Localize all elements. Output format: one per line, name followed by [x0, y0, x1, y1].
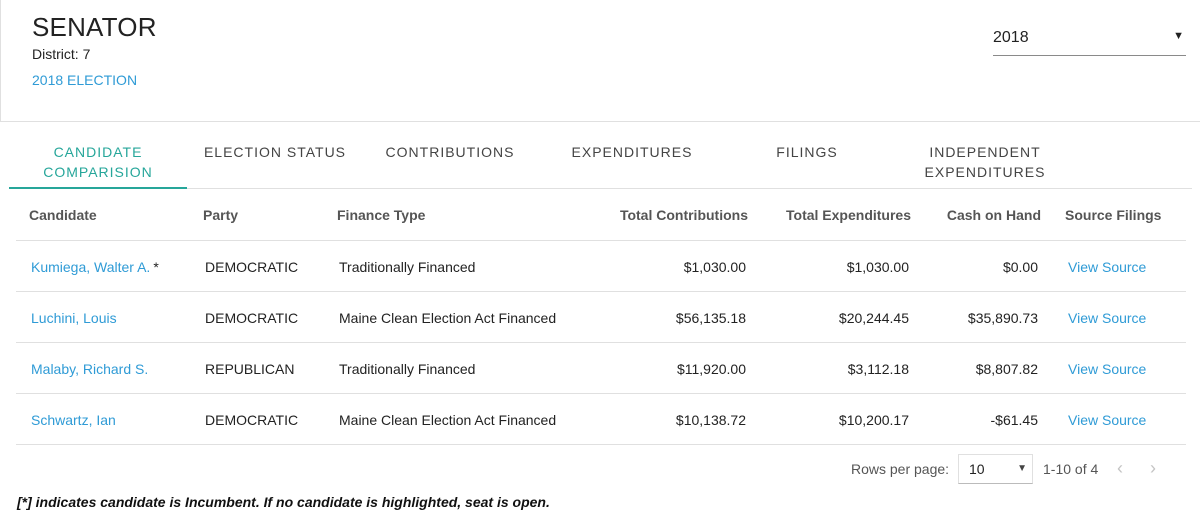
tab-contributions[interactable]: CONTRIBUTIONS — [375, 140, 525, 188]
page-header: SENATOR District: 7 2018 ELECTION 2018 ▼ — [0, 0, 1200, 122]
table-row: Schwartz, Ian DEMOCRATIC Maine Clean Ele… — [16, 394, 1186, 445]
finance-type-cell: Maine Clean Election Act Financed — [339, 412, 557, 428]
column-header-cash-on-hand[interactable]: Cash on Hand — [947, 207, 1041, 223]
party-cell: DEMOCRATIC — [205, 259, 299, 275]
table-header: Candidate Party Finance Type Total Contr… — [16, 190, 1186, 241]
candidate-link[interactable]: Malaby, Richard S. — [31, 361, 148, 377]
incumbent-mark: * — [153, 259, 159, 275]
column-header-finance-type[interactable]: Finance Type — [337, 207, 425, 223]
tab-label: COMPARISION — [43, 164, 153, 180]
chevron-right-icon[interactable]: › — [1145, 458, 1161, 478]
tab-filings[interactable]: FILINGS — [747, 140, 867, 188]
view-source-link[interactable]: View Source — [1068, 259, 1146, 275]
election-link[interactable]: 2018 ELECTION — [32, 72, 137, 88]
expenditures-cell: $20,244.45 — [838, 310, 909, 326]
table-row: Luchini, Louis DEMOCRATIC Maine Clean El… — [16, 292, 1186, 343]
cash-on-hand-cell: $8,807.82 — [975, 361, 1038, 377]
rows-per-page-label: Rows per page: — [851, 461, 950, 477]
candidate-cell: Kumiega, Walter A. * — [31, 259, 159, 275]
chevron-left-icon[interactable]: ‹ — [1112, 458, 1128, 478]
finance-type-cell: Maine Clean Election Act Financed — [339, 310, 557, 326]
district-number: 7 — [82, 46, 91, 62]
finance-type-cell: Traditionally Financed — [339, 259, 476, 275]
district-info: District: 7 — [32, 46, 90, 62]
view-source-link[interactable]: View Source — [1068, 310, 1146, 326]
contributions-cell: $10,138.72 — [675, 412, 746, 428]
tab-label: INDEPENDENT — [929, 144, 1041, 160]
column-header-party[interactable]: Party — [203, 207, 238, 223]
candidate-cell: Malaby, Richard S. — [31, 361, 151, 377]
column-header-total-contributions[interactable]: Total Contributions — [620, 207, 748, 223]
tab-label: EXPENDITURES — [571, 144, 693, 160]
expenditures-cell: $1,030.00 — [846, 259, 909, 275]
party-cell: DEMOCRATIC — [205, 310, 299, 326]
cash-on-hand-cell: $0.00 — [1002, 259, 1038, 275]
view-source-link[interactable]: View Source — [1068, 412, 1146, 428]
table-row: Malaby, Richard S. REPUBLICAN Traditiona… — [16, 343, 1186, 394]
candidate-cell: Schwartz, Ian — [31, 412, 119, 428]
incumbent-footnote: [*] indicates candidate is Incumbent. If… — [17, 494, 550, 510]
tab-label: ELECTION STATUS — [203, 144, 347, 160]
party-cell: REPUBLICAN — [205, 361, 295, 377]
tab-election-status[interactable]: ELECTION STATUS — [195, 140, 355, 188]
tab-bar: CANDIDATE COMPARISION ELECTION STATUS CO… — [9, 140, 1192, 189]
candidate-link[interactable]: Schwartz, Ian — [31, 412, 116, 428]
rows-per-page-value: 10 — [969, 461, 985, 477]
table-pagination: Rows per page: 10 ▼ 1-10 of 4 ‹ › — [0, 445, 1200, 485]
view-source-link[interactable]: View Source — [1068, 361, 1146, 377]
year-select-value: 2018 — [993, 29, 1029, 46]
district-label: District: — [32, 46, 79, 62]
cash-on-hand-cell: -$61.45 — [990, 412, 1038, 428]
table-row: Kumiega, Walter A. * DEMOCRATIC Tradition… — [16, 241, 1186, 292]
party-cell: DEMOCRATIC — [205, 412, 299, 428]
year-select[interactable]: 2018 ▼ — [993, 24, 1186, 56]
tab-independent-expenditures[interactable]: INDEPENDENT EXPENDITURES — [905, 140, 1065, 188]
candidate-cell: Luchini, Louis — [31, 310, 120, 326]
caret-down-icon: ▼ — [1173, 30, 1184, 42]
finance-type-cell: Traditionally Financed — [339, 361, 476, 377]
tab-label: EXPENDITURES — [924, 164, 1046, 180]
contributions-cell: $1,030.00 — [683, 259, 746, 275]
candidate-link[interactable]: Luchini, Louis — [31, 310, 117, 326]
caret-down-icon: ▼ — [1017, 463, 1027, 474]
expenditures-cell: $10,200.17 — [838, 412, 909, 428]
tab-label: FILINGS — [776, 144, 838, 160]
contributions-cell: $56,135.18 — [675, 310, 746, 326]
tab-expenditures[interactable]: EXPENDITURES — [557, 140, 707, 188]
cash-on-hand-cell: $35,890.73 — [967, 310, 1038, 326]
column-header-source-filings[interactable]: Source Filings — [1065, 207, 1161, 223]
column-header-total-expenditures[interactable]: Total Expenditures — [786, 207, 911, 223]
column-header-candidate[interactable]: Candidate — [29, 207, 97, 223]
rows-per-page-select[interactable]: 10 ▼ — [958, 454, 1033, 484]
page-range: 1-10 of 4 — [1043, 461, 1099, 477]
tab-label: CANDIDATE — [53, 144, 143, 160]
tab-label: CONTRIBUTIONS — [385, 144, 515, 160]
tab-candidate-comparision[interactable]: CANDIDATE COMPARISION — [9, 140, 187, 189]
contributions-cell: $11,920.00 — [676, 361, 746, 377]
candidate-link[interactable]: Kumiega, Walter A. — [31, 259, 150, 275]
page-title: SENATOR — [32, 12, 157, 42]
expenditures-cell: $3,112.18 — [847, 361, 909, 377]
